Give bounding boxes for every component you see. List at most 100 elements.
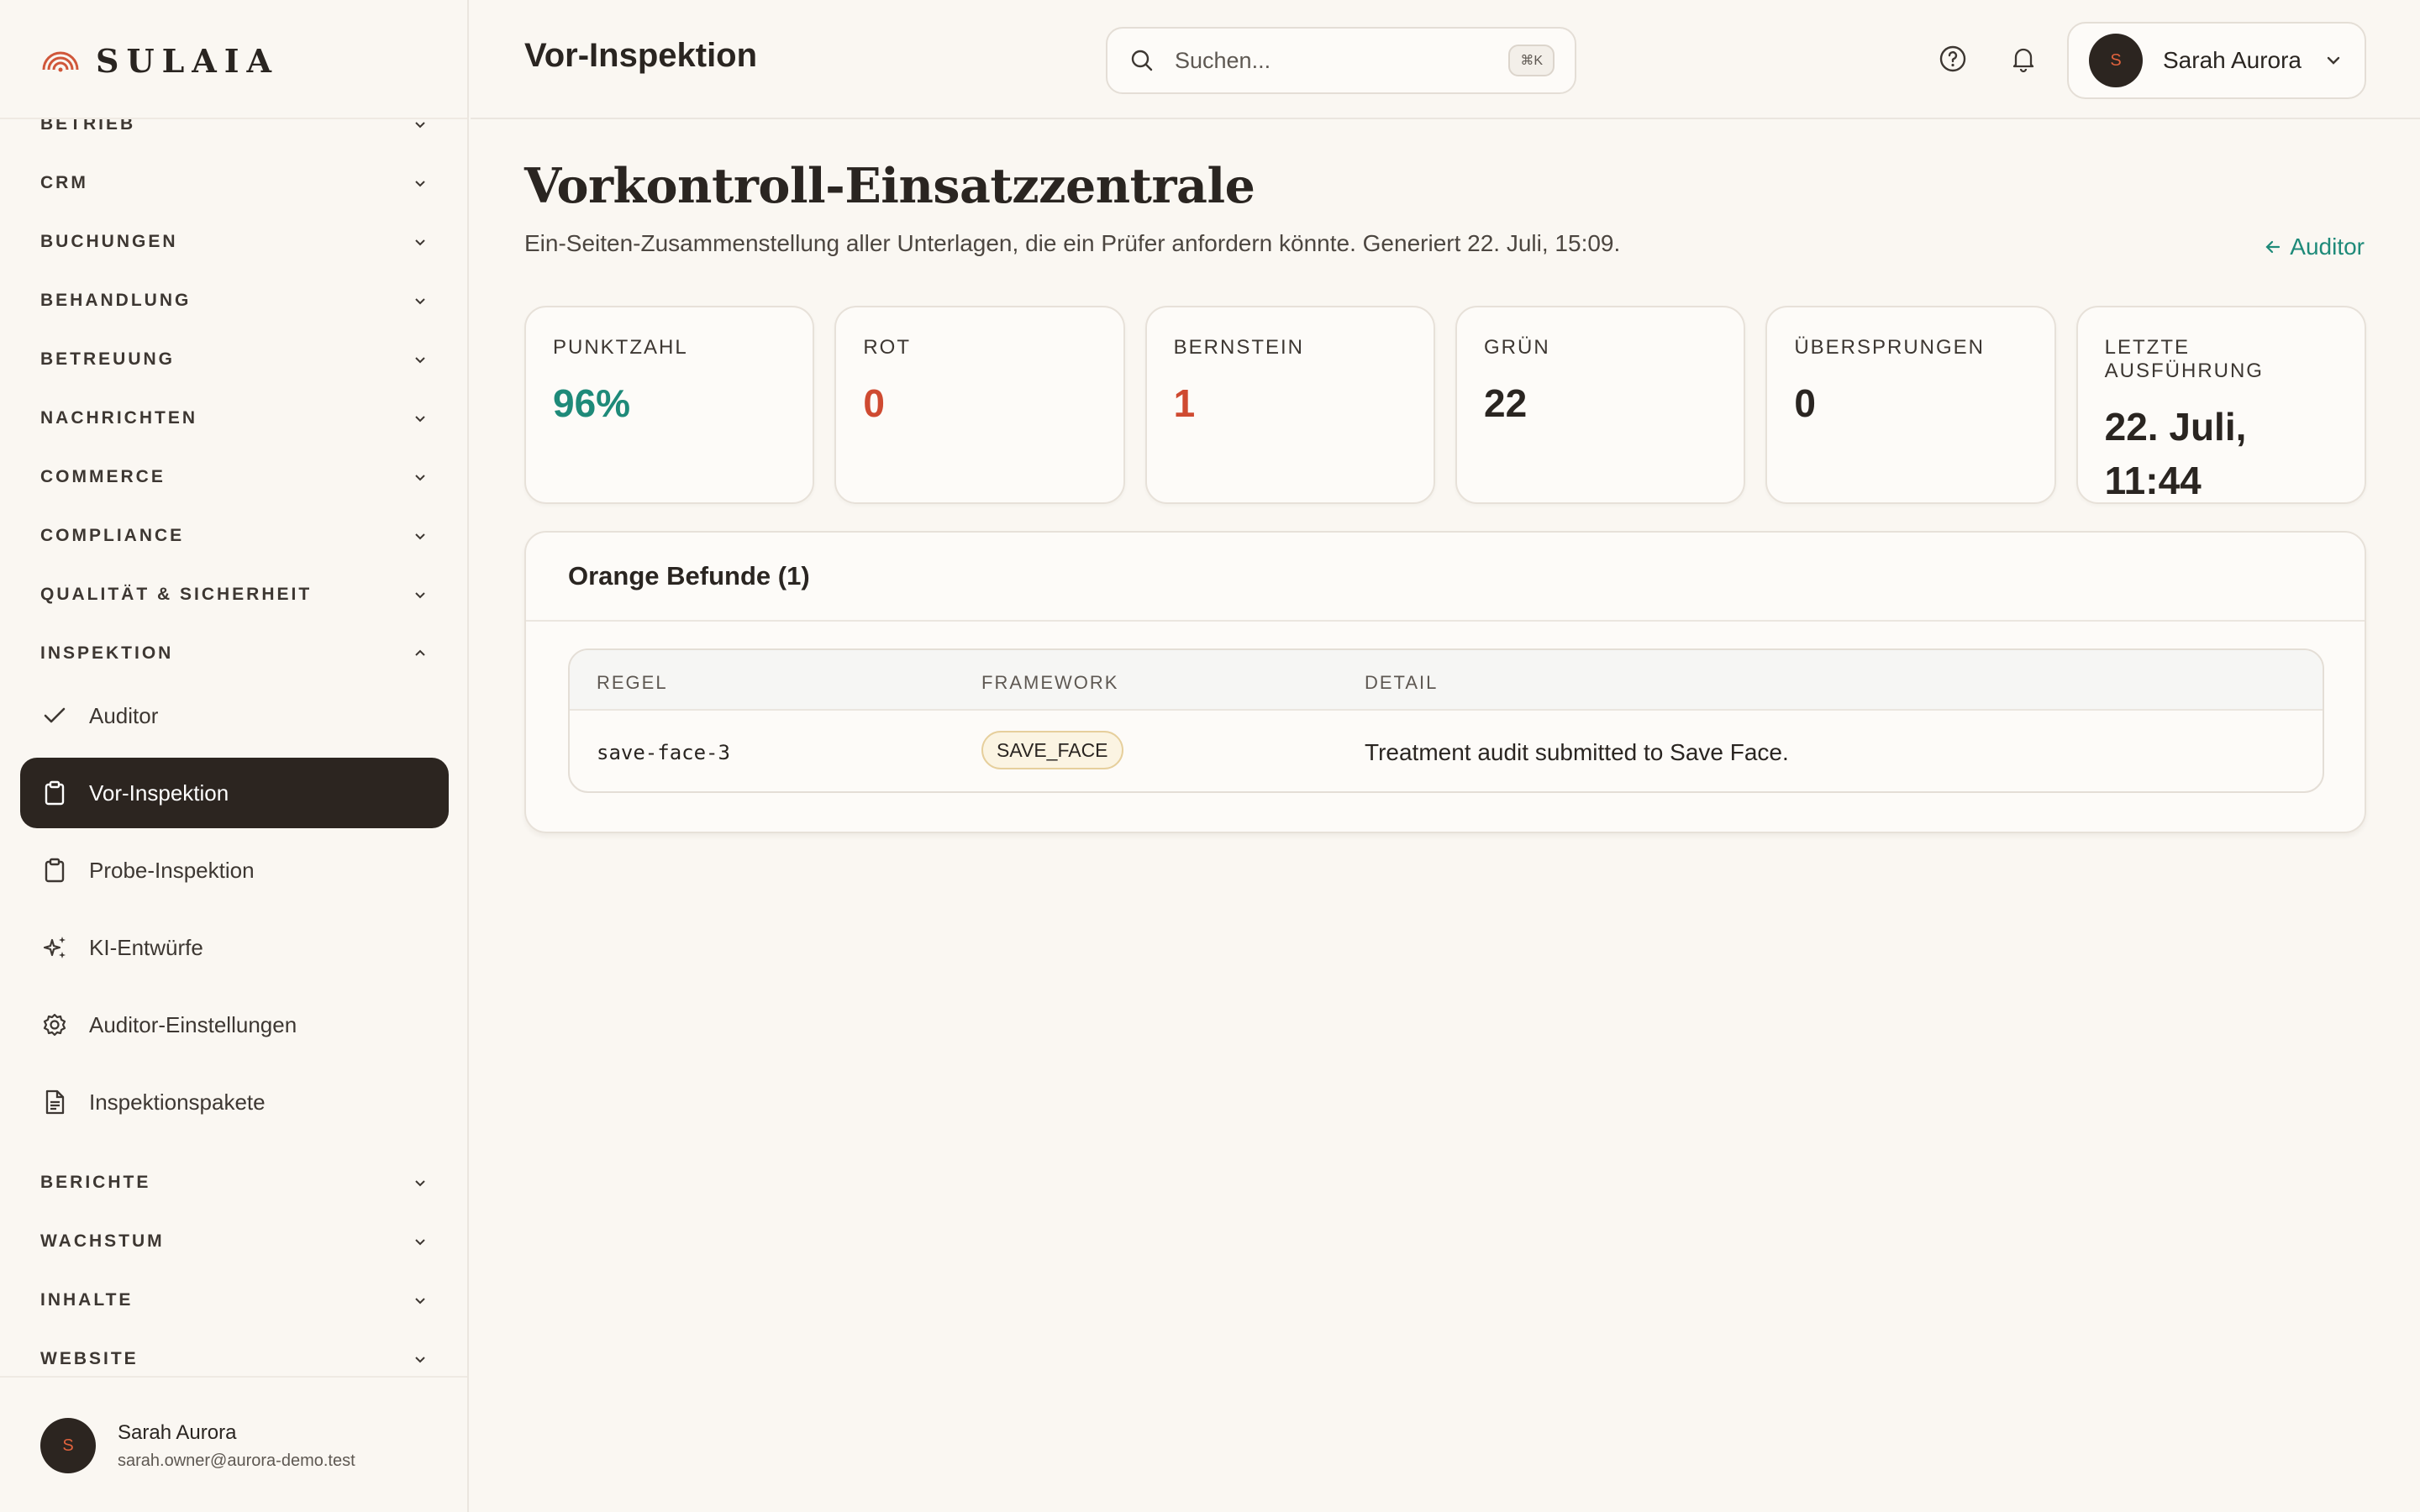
stat-value: 1 [1173, 381, 1196, 425]
findings-title: Orange Befunde (1) [568, 561, 810, 591]
stat-card-rot: ROT 0 [834, 306, 1125, 504]
sidebar-section-commerce[interactable]: COMMERCE [40, 460, 429, 494]
sidebar-item-label: Auditor-Einstellungen [89, 1011, 297, 1037]
stat-label: PUNKTZAHL [553, 336, 688, 359]
arrow-left-icon [2265, 240, 2281, 254]
sidebar: SULAIA BETRIEB CRM BUCHUNGEN BEHANDLUNG … [0, 0, 469, 1512]
rule-id: save-face-3 [597, 741, 730, 764]
stat-value: 22 [1483, 381, 1528, 425]
document-icon [45, 1089, 65, 1115]
finding-detail: Treatment audit submitted to Save Face. [1365, 739, 1789, 765]
sidebar-item-probe-inspektion[interactable]: Probe-Inspektion [20, 835, 449, 906]
chevron-down-icon [415, 1180, 425, 1187]
search-icon [1131, 50, 1153, 71]
sidebar-section-label: WEBSITE [40, 1349, 139, 1368]
sidebar-section-label: BETRIEB [40, 119, 136, 134]
chevron-down-icon [415, 416, 425, 423]
stat-value: 22. Juli, 11:44 [2104, 405, 2247, 502]
sidebar-user-profile[interactable]: S Sarah Aurora sarah.owner@aurora-demo.t… [40, 1418, 355, 1473]
sidebar-item-auditor-einstellungen[interactable]: Auditor-Einstellungen [20, 990, 449, 1060]
chevron-down-icon [415, 475, 425, 481]
sidebar-section-label: INHALTE [40, 1290, 134, 1310]
column-header-framework: FRAMEWORK [981, 672, 1119, 693]
chevron-down-icon [415, 1357, 425, 1363]
clipboard-icon [45, 780, 65, 806]
brand-name: SULAIA [96, 41, 280, 80]
help-icon[interactable] [1938, 44, 1968, 74]
sidebar-section-nachrichten[interactable]: NACHRICHTEN [40, 402, 429, 435]
sidebar-section-behandlung[interactable]: BEHANDLUNG [40, 284, 429, 318]
sparkles-icon [43, 937, 66, 958]
user-name: Sarah Aurora [2163, 47, 2302, 73]
search-input[interactable] [1175, 47, 1509, 74]
sidebar-section-label: WACHSTUM [40, 1231, 165, 1251]
avatar: S [2089, 34, 2143, 87]
sidebar-item-auditor[interactable]: Auditor [20, 680, 449, 751]
stat-label: BERNSTEIN [1173, 336, 1305, 359]
sidebar-nav[interactable]: BETRIEB CRM BUCHUNGEN BEHANDLUNG BETREUU… [0, 119, 467, 1376]
avatar: S [40, 1418, 96, 1473]
check-icon [44, 707, 66, 723]
sidebar-item-label: Vor-Inspektion [89, 780, 229, 806]
sidebar-section-label: COMPLIANCE [40, 526, 185, 545]
chevron-down-icon [415, 298, 425, 305]
chevron-down-icon [415, 357, 425, 364]
search-box[interactable]: ⌘K [1106, 27, 1576, 94]
column-header-detail: DETAIL [1365, 672, 1439, 693]
back-to-auditor-link[interactable]: Auditor [2263, 234, 2365, 260]
clipboard-icon [45, 858, 65, 883]
sidebar-section-label: COMMERCE [40, 467, 166, 486]
brand-logo[interactable]: SULAIA [40, 41, 280, 80]
findings-panel: Orange Befunde (1) REGEL FRAMEWORK DETAI… [524, 531, 2366, 833]
table-row[interactable]: save-face-3 SAVE_FACE Treatment audit su… [570, 711, 2323, 791]
sidebar-section-inhalte[interactable]: INHALTE [40, 1284, 429, 1317]
stat-label: LETZTE AUSFÜHRUNG [2104, 336, 2264, 382]
bell-icon[interactable] [2008, 44, 2039, 74]
page-title: Vor-Inspektion [524, 37, 758, 74]
chevron-down-icon [415, 239, 425, 246]
sidebar-section-label: INSPEKTION [40, 643, 174, 663]
sulaia-logo-icon [42, 51, 79, 72]
sidebar-section-label: NACHRICHTEN [40, 408, 197, 428]
stat-value: 0 [1794, 381, 1816, 425]
chevron-up-icon [415, 649, 425, 656]
chevron-down-icon [415, 592, 425, 599]
sidebar-item-label: Inspektionspakete [89, 1089, 266, 1115]
sidebar-section-buchungen[interactable]: BUCHUNGEN [40, 225, 429, 259]
search-shortcut-hint: ⌘K [1508, 45, 1555, 76]
stat-label: ROT [863, 336, 911, 359]
sidebar-item-vor-inspektion[interactable]: Vor-Inspektion [20, 758, 449, 828]
sidebar-item-ki-entwuerfe[interactable]: KI-Entwürfe [20, 912, 449, 983]
sidebar-section-label: CRM [40, 173, 88, 192]
stat-card-uebersprungen: ÜBERSPRUNGEN 0 [1765, 306, 2056, 504]
sidebar-section-label: BEHANDLUNG [40, 291, 192, 310]
chevron-down-icon [415, 181, 425, 187]
chevron-down-icon [415, 1239, 425, 1246]
sidebar-section-website[interactable]: WEBSITE [40, 1342, 429, 1376]
chevron-down-icon [2327, 56, 2340, 65]
sidebar-section-compliance[interactable]: COMPLIANCE [40, 519, 429, 553]
sidebar-section-inspektion[interactable]: INSPEKTION [40, 637, 429, 670]
sidebar-section-betreuung[interactable]: BETREUUNG [40, 343, 429, 376]
sidebar-section-qualitaet-sicherheit[interactable]: QUALITÄT & SICHERHEIT [40, 578, 429, 612]
gear-icon [43, 1013, 66, 1037]
sidebar-section-wachstum[interactable]: WACHSTUM [40, 1225, 429, 1258]
sidebar-item-label: KI-Entwürfe [89, 934, 203, 960]
sidebar-item-inspektionspakete[interactable]: Inspektionspakete [20, 1067, 449, 1137]
divider [526, 620, 2365, 622]
findings-table: REGEL FRAMEWORK DETAIL save-face-3 SAVE_… [568, 648, 2324, 793]
stat-value: 96% [553, 381, 631, 425]
sidebar-section-crm[interactable]: CRM [40, 166, 429, 200]
divider [0, 1376, 467, 1378]
sidebar-section-betrieb[interactable]: BETRIEB [40, 119, 429, 141]
user-name: Sarah Aurora [118, 1420, 237, 1444]
user-email: sarah.owner@aurora-demo.test [118, 1451, 355, 1470]
sidebar-section-label: BUCHUNGEN [40, 232, 178, 251]
chevron-down-icon [415, 1298, 425, 1305]
stat-card-bernstein: BERNSTEIN 1 [1144, 306, 1435, 504]
user-menu-button[interactable]: S Sarah Aurora [2067, 22, 2366, 99]
sidebar-section-label: BERICHTE [40, 1173, 151, 1192]
sidebar-item-label: Probe-Inspektion [89, 857, 255, 883]
stat-cards: PUNKTZAHL 96% ROT 0 BERNSTEIN 1 GRÜN 22 … [524, 306, 2366, 504]
sidebar-section-berichte[interactable]: BERICHTE [40, 1166, 429, 1200]
